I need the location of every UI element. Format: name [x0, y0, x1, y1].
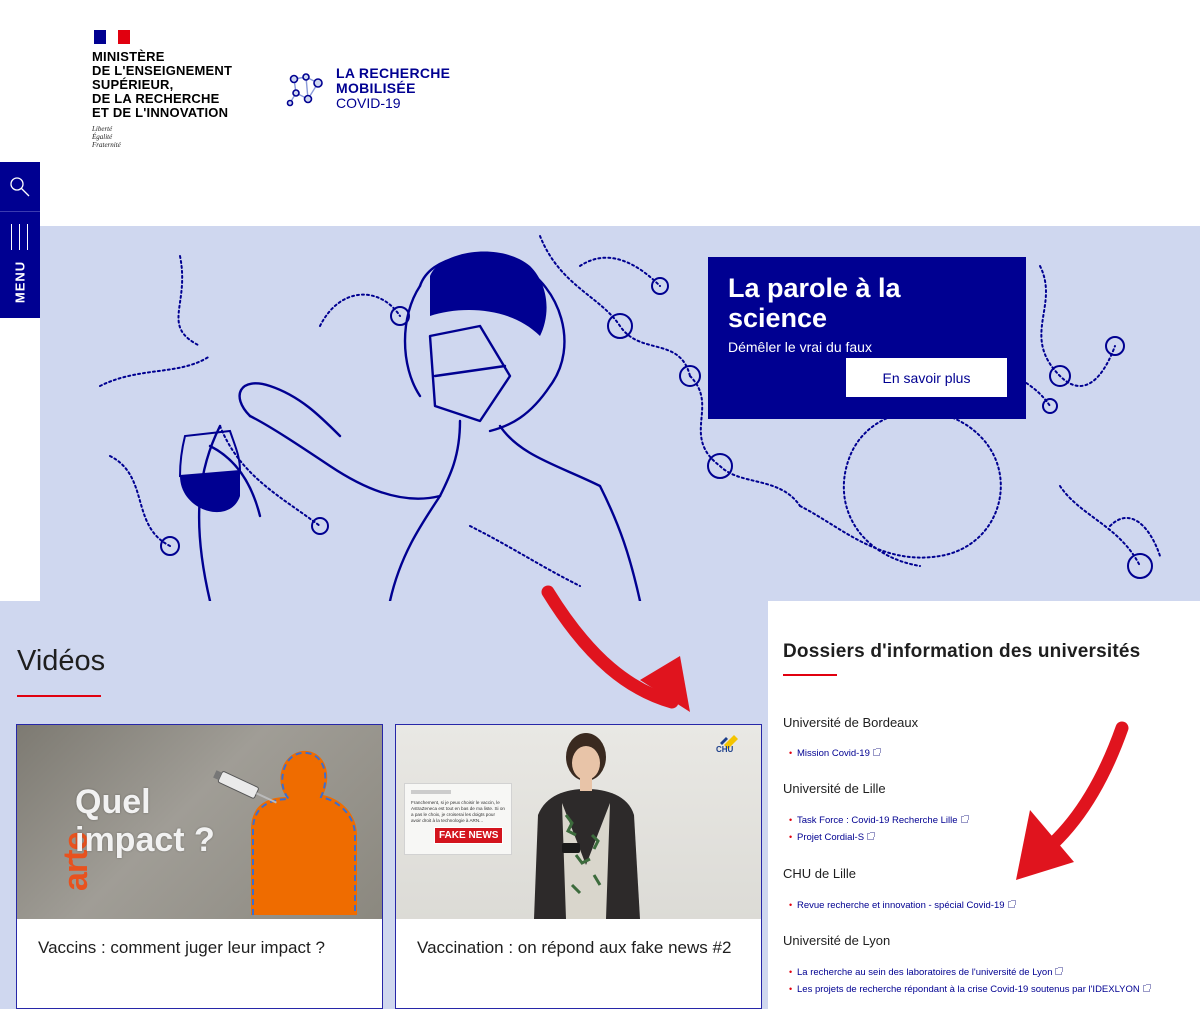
heading-underline	[17, 695, 101, 697]
hamburger-icon	[9, 224, 31, 250]
link-text[interactable]: Task Force : Covid-19 Recherche Lille	[797, 815, 958, 826]
link-text[interactable]: Mission Covid-19	[797, 748, 870, 759]
molecule-logo-icon	[286, 72, 323, 106]
heading-underline	[783, 674, 837, 676]
overlay-line: impact ?	[75, 821, 215, 859]
university-link[interactable]: Task Force : Covid-19 Recherche Lille	[789, 815, 969, 826]
motto-line: Égalité	[92, 133, 113, 141]
ministry-line: ET DE L'INNOVATION	[92, 105, 229, 120]
motto-line: Fraternité	[92, 141, 121, 149]
link-text[interactable]: Les projets de recherche répondant à la …	[797, 984, 1140, 995]
video-thumbnail[interactable]: Franchement, si je peux choisir le vacci…	[396, 725, 761, 919]
menu-button[interactable]: MENU	[0, 214, 40, 318]
university-link[interactable]: Projet Cordial-S	[789, 832, 876, 843]
university-name: Université de Lyon	[783, 933, 891, 948]
ministry-line: DE L'ENSEIGNEMENT	[92, 63, 233, 78]
external-link-icon	[1142, 984, 1151, 992]
site-logo-text: LA RECHERCHE MOBILISÉE COVID-19	[336, 66, 450, 111]
ministry-name: MINISTÈRE DE L'ENSEIGNEMENT SUPÉRIEUR, D…	[92, 50, 232, 120]
tweet-card: Franchement, si je peux choisir le vacci…	[404, 783, 512, 855]
learn-more-button[interactable]: En savoir plus	[846, 358, 1007, 397]
search-button[interactable]	[0, 162, 40, 212]
link-text[interactable]: Projet Cordial-S	[797, 832, 864, 843]
french-flag-icon	[94, 30, 130, 44]
external-link-icon	[872, 748, 881, 756]
promo-subtitle: Démêler le vrai du faux	[728, 339, 872, 355]
external-link-icon	[960, 815, 969, 823]
site-header: MINISTÈRE DE L'ENSEIGNEMENT SUPÉRIEUR, D…	[0, 0, 1200, 226]
page: MINISTÈRE DE L'ENSEIGNEMENT SUPÉRIEUR, D…	[0, 0, 1200, 1009]
link-text[interactable]: La recherche au sein des laboratoires de…	[797, 967, 1052, 978]
overlay-line: Quel	[75, 783, 151, 821]
site-logo[interactable]: LA RECHERCHE MOBILISÉE COVID-19	[286, 66, 450, 111]
chu-logo-text: CHU	[716, 745, 734, 754]
fake-news-badge: FAKE NEWS	[434, 827, 504, 844]
search-icon	[10, 176, 30, 196]
universities-heading: Dossiers d'information des universités	[783, 641, 1141, 662]
external-link-icon	[1055, 967, 1064, 975]
site-logo-line: LA RECHERCHE	[336, 65, 451, 81]
thumbnail-overlay-text: Quel impact ?	[75, 783, 215, 859]
video-thumbnail[interactable]: arte Quel impact ?	[17, 725, 382, 919]
video-caption[interactable]: Vaccination : on répond aux fake news #2	[417, 937, 747, 959]
tweet-header	[411, 790, 451, 794]
university-name: Université de Bordeaux	[783, 715, 919, 730]
link-text[interactable]: Revue recherche et innovation - spécial …	[797, 900, 1005, 911]
university-name: CHU de Lille	[783, 866, 856, 881]
university-link[interactable]: Les projets de recherche répondant à la …	[789, 984, 1151, 995]
university-link[interactable]: Mission Covid-19	[789, 748, 881, 759]
scientist-illustration	[99, 235, 1161, 601]
promo-title: La parole à la science	[728, 273, 901, 333]
hero-banner	[40, 226, 1200, 601]
side-nav-tab: MENU	[0, 162, 40, 318]
video-card[interactable]: arte Quel impact ? Vaccins : comment jug…	[16, 724, 383, 1009]
external-link-icon	[867, 832, 876, 840]
site-logo-line: COVID-19	[336, 95, 401, 111]
video-card[interactable]: Franchement, si je peux choisir le vacci…	[395, 724, 762, 1009]
republic-motto: Liberté Égalité Fraternité	[92, 125, 232, 149]
university-link[interactable]: La recherche au sein des laboratoires de…	[789, 967, 1064, 978]
menu-label: MENU	[12, 260, 28, 304]
universities-panel: Dossiers d'information des universités U…	[768, 633, 1200, 1009]
external-link-icon	[1007, 900, 1016, 908]
motto-line: Liberté	[92, 125, 113, 133]
ministry-line: SUPÉRIEUR,	[92, 77, 174, 92]
tweet-text: Franchement, si je peux choisir le vacci…	[411, 800, 505, 823]
site-logo-line: MOBILISÉE	[336, 80, 416, 96]
university-link[interactable]: Revue recherche et innovation - spécial …	[789, 900, 1016, 911]
ministry-line: DE LA RECHERCHE	[92, 91, 220, 106]
university-name: Université de Lille	[783, 781, 886, 796]
promo-card: La parole à la science Démêler le vrai d…	[708, 257, 1026, 419]
ministry-line: MINISTÈRE	[92, 49, 165, 64]
videos-heading: Vidéos	[17, 645, 106, 677]
ministry-logo[interactable]: MINISTÈRE DE L'ENSEIGNEMENT SUPÉRIEUR, D…	[92, 30, 232, 149]
video-caption[interactable]: Vaccins : comment juger leur impact ?	[38, 937, 368, 959]
